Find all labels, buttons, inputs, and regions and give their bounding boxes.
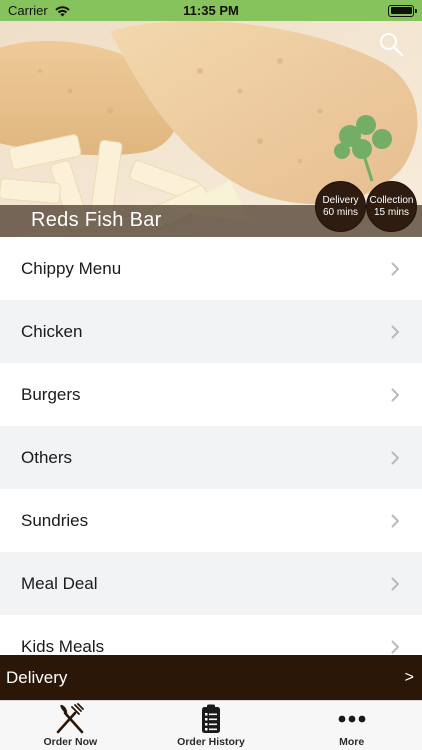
menu-item-kids-meals[interactable]: Kids Meals <box>0 615 422 655</box>
tab-order-history[interactable]: Order History <box>141 701 282 750</box>
battery-icon <box>388 4 417 17</box>
tab-label: Order History <box>177 736 245 748</box>
tab-label: Order Now <box>43 736 98 748</box>
menu-item-chippy-menu[interactable]: Chippy Menu <box>0 237 422 300</box>
menu-item-burgers[interactable]: Burgers <box>0 363 422 426</box>
delivery-mode-bar[interactable]: Delivery > <box>0 655 422 700</box>
status-left: Carrier <box>8 3 71 18</box>
tab-more[interactable]: More <box>281 701 422 750</box>
menu-item-label: Meal Deal <box>21 573 98 593</box>
status-bar: Carrier 11:35 PM <box>0 0 422 21</box>
menu-item-chicken[interactable]: Chicken <box>0 300 422 363</box>
chevron-right-icon <box>391 325 399 338</box>
carrier-label: Carrier <box>8 3 48 18</box>
menu-item-others[interactable]: Others <box>0 426 422 489</box>
clipboard-list-icon <box>202 704 220 733</box>
collection-time-badge: Collection 15 mins <box>366 181 417 232</box>
more-dots-icon <box>338 715 366 723</box>
tab-order-now[interactable]: Order Now <box>0 701 141 750</box>
menu-category-list[interactable]: Chippy Menu Chicken Burgers Others Sundr… <box>0 237 422 655</box>
menu-item-label: Chippy Menu <box>21 258 122 278</box>
menu-item-label: Others <box>21 447 73 467</box>
menu-item-meal-deal[interactable]: Meal Deal <box>0 552 422 615</box>
chevron-right-icon <box>391 640 399 653</box>
delivery-badge-time: 60 mins <box>322 206 358 218</box>
search-icon[interactable] <box>378 31 404 57</box>
wifi-icon <box>55 5 70 16</box>
hero-banner: Reds Fish Bar Delivery 60 mins Collectio… <box>0 21 422 237</box>
fork-knife-icon <box>57 703 85 734</box>
chevron-right-icon <box>391 514 399 527</box>
menu-item-label: Chicken <box>21 321 83 341</box>
tab-label: More <box>339 736 365 748</box>
menu-item-label: Sundries <box>21 510 89 530</box>
delivery-arrow-icon: > <box>404 668 414 686</box>
collection-badge-label: Collection <box>369 194 414 206</box>
menu-item-sundries[interactable]: Sundries <box>0 489 422 552</box>
chevron-right-icon <box>391 388 399 401</box>
delivery-mode-label: Delivery <box>6 667 68 687</box>
delivery-time-badge: Delivery 60 mins <box>315 181 366 232</box>
delivery-badge-label: Delivery <box>322 194 359 206</box>
chevron-right-icon <box>391 451 399 464</box>
chevron-right-icon <box>391 577 399 590</box>
collection-badge-time: 15 mins <box>373 206 409 218</box>
chevron-right-icon <box>391 262 399 275</box>
restaurant-name: Reds Fish Bar <box>31 209 162 231</box>
menu-item-label: Burgers <box>21 384 81 404</box>
tab-bar: Order Now Order History More <box>0 700 422 750</box>
menu-item-label: Kids Meals <box>21 636 105 656</box>
